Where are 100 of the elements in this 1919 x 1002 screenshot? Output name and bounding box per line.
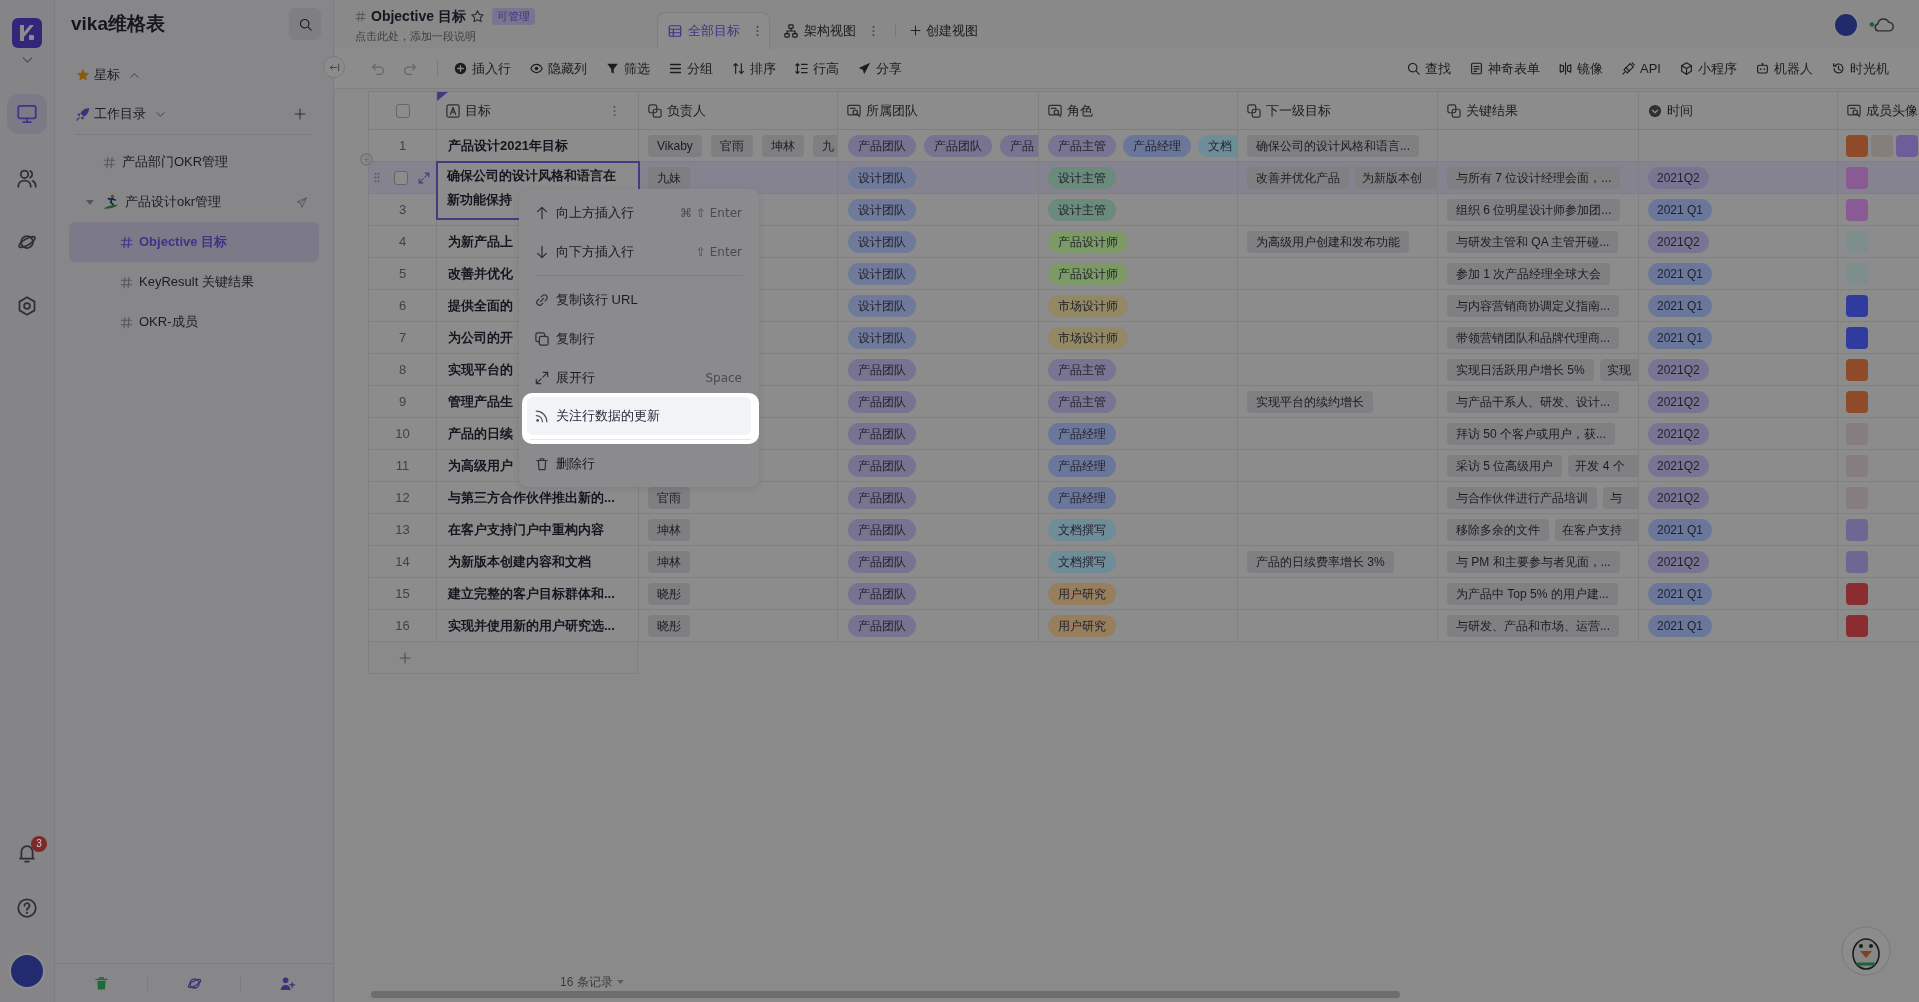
- member-tag: 坤林: [648, 518, 690, 541]
- goal-title: 提供全面的: [448, 296, 513, 315]
- quarter-tag: 2021 Q1: [1648, 262, 1713, 285]
- quarter-tag: 2021 Q1: [1648, 326, 1713, 349]
- team-tag: 产品团队: [848, 134, 916, 157]
- goal-title: 新功能保持: [447, 191, 512, 209]
- member-tag: Vikaby: [648, 134, 702, 157]
- goal-title: 实现平台的: [448, 360, 513, 379]
- team-tag: 产品团队: [848, 422, 916, 445]
- linked-result-tag: 组织 6 位明星设计师参加团...: [1447, 198, 1621, 221]
- row-number: 5: [398, 264, 407, 283]
- role-tag: 文档撰写: [1048, 550, 1116, 573]
- linked-result-tag: 在客户支持: [1555, 518, 1638, 541]
- linked-result-tag: 与研发、产品和市场、运营...: [1447, 614, 1619, 637]
- quarter-tag: 2021Q2: [1648, 550, 1709, 573]
- goal-title: 产品设计2021年目标: [448, 136, 568, 155]
- linked-result-tag: 实现: [1599, 358, 1638, 381]
- linked-result-tag: 采访 5 位高级用户: [1447, 454, 1563, 477]
- quarter-tag: 2021Q2: [1648, 390, 1709, 413]
- goal-title: 为新产品上: [448, 232, 513, 251]
- member-tag: 官雨: [648, 486, 690, 509]
- goal-title: 建立完整的客户目标群体和...: [448, 584, 615, 603]
- team-tag: 产品团队: [848, 454, 916, 477]
- team-tag: 产品团队: [848, 550, 916, 573]
- role-tag: 市场设计师: [1048, 326, 1128, 349]
- goal-title: 为新版本创建内容和文档: [448, 552, 591, 571]
- row-number: 7: [398, 328, 407, 347]
- quarter-tag: 2021Q2: [1648, 230, 1709, 253]
- row-number: 3: [398, 200, 407, 219]
- team-tag: 产品团队: [848, 614, 916, 637]
- goal-title: 为公司的开: [448, 328, 513, 347]
- goal-title: 为高级用户: [448, 456, 513, 475]
- quarter-tag: 2021 Q1: [1648, 294, 1713, 317]
- linked-goal-tag: 实现平台的续约增长: [1247, 390, 1373, 413]
- team-tag: 设计团队: [848, 198, 916, 221]
- team-tag: 设计团队: [848, 262, 916, 285]
- role-tag: 产品设计师: [1048, 262, 1128, 285]
- linked-result-tag: 带领营销团队和品牌代理商...: [1447, 326, 1619, 349]
- quarter-tag: 2021 Q1: [1648, 518, 1713, 541]
- role-tag: 用户研究: [1048, 582, 1116, 605]
- row-number: 10: [395, 424, 410, 443]
- member-tag: 坤林: [648, 550, 690, 573]
- linked-result-tag: 开发 4 个: [1568, 454, 1638, 477]
- role-tag: 产品经理: [1048, 454, 1116, 477]
- team-tag: 产品: [1000, 134, 1038, 157]
- role-tag: 市场设计师: [1048, 294, 1128, 317]
- quarter-tag: 2021Q2: [1648, 486, 1709, 509]
- row-number: 13: [395, 520, 410, 539]
- row-number: 12: [395, 488, 410, 507]
- role-tag: 设计主管: [1048, 198, 1116, 221]
- record-count: 16 条记录: [560, 974, 613, 990]
- team-tag: 产品团队: [848, 486, 916, 509]
- role-tag: 产品经理: [1048, 486, 1116, 509]
- role-tag: 产品主管: [1048, 390, 1116, 413]
- role-tag: 产品经理: [1123, 134, 1191, 157]
- team-tag: 设计团队: [848, 326, 916, 349]
- member-tag: 晓彤: [648, 582, 690, 605]
- linked-result-tag: 拜访 50 个客户或用户，获...: [1447, 422, 1616, 445]
- role-tag: 产品经理: [1048, 422, 1116, 445]
- row-number: 16: [395, 616, 410, 635]
- team-tag: 产品团队: [848, 358, 916, 381]
- quarter-tag: 2021Q2: [1648, 422, 1709, 445]
- shortcut-hint: ⇧ Enter: [695, 243, 742, 261]
- goal-title: 在客户支持门户中重构内容: [448, 520, 604, 539]
- member-tag: 九妹: [648, 166, 690, 189]
- row-number: 15: [395, 584, 410, 603]
- role-tag: 产品设计师: [1048, 230, 1128, 253]
- team-tag: 设计团队: [848, 294, 916, 317]
- goal-title: 确保公司的设计风格和语言在: [447, 167, 616, 185]
- role-tag: 产品主管: [1048, 358, 1116, 381]
- team-tag: 产品团队: [848, 582, 916, 605]
- quarter-tag: 2021 Q1: [1648, 614, 1713, 637]
- role-tag: 产品主管: [1048, 134, 1116, 157]
- role-tag: 设计主管: [1048, 166, 1116, 189]
- linked-result-tag: 与所有 7 位设计经理会面，...: [1447, 166, 1621, 189]
- shortcut-hint: ⌘ ⇧ Enter: [680, 204, 742, 222]
- quarter-tag: 2021 Q1: [1648, 582, 1713, 605]
- goal-title: 与第三方合作伙伴推出新的...: [448, 488, 615, 507]
- member-tag: 官雨: [710, 134, 753, 157]
- member-tag: 坤林: [761, 134, 804, 157]
- goal-title: 实现并使用新的用户研究选...: [448, 616, 615, 635]
- team-tag: 设计团队: [848, 230, 916, 253]
- linked-result-tag: 与产品干系人、研发、设计...: [1447, 390, 1619, 413]
- row-number: 1: [398, 136, 407, 155]
- team-tag: 产品团队: [848, 390, 916, 413]
- linked-goal-tag: 确保公司的设计风格和语言...: [1247, 134, 1419, 157]
- quarter-tag: 2021 Q1: [1648, 198, 1713, 221]
- role-tag: 文档撰写: [1048, 518, 1116, 541]
- row-number: 14: [395, 552, 410, 571]
- member-tag: 九: [812, 134, 837, 157]
- linked-goal-tag: 产品的日续费率增长 3%: [1247, 550, 1394, 573]
- quarter-tag: 2021Q2: [1648, 166, 1709, 189]
- linked-goal-tag: 改善并优化产品: [1247, 166, 1349, 189]
- row-number: 11: [395, 456, 410, 475]
- member-tag: 晓彤: [648, 614, 690, 637]
- notification-badge: 3: [31, 836, 47, 852]
- linked-goal-tag: 为新版本创: [1355, 166, 1437, 189]
- team-tag: 产品团队: [848, 518, 916, 541]
- goal-title: 管理产品生: [448, 392, 513, 411]
- linked-result-tag: 与内容营销商协调定义指南...: [1447, 294, 1619, 317]
